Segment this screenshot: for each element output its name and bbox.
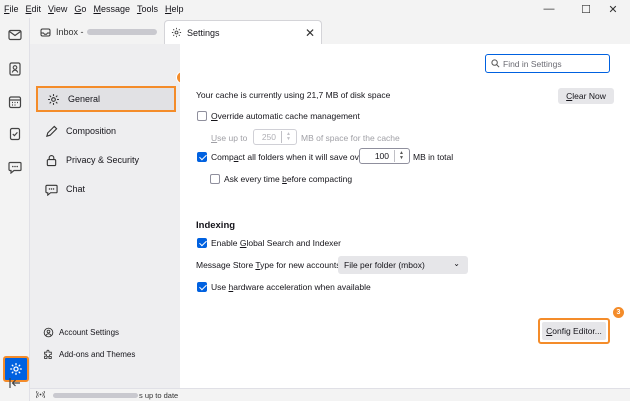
gear-icon (46, 92, 60, 106)
hardware-acceleration-label: Use hardware acceleration when available (211, 282, 371, 292)
chat-icon (8, 161, 22, 174)
spin-buttons[interactable]: ▲ ▼ (281, 131, 295, 143)
menu-edit[interactable]: Edit (26, 4, 42, 14)
tasks-space-button[interactable] (6, 125, 24, 143)
spaces-toolbar (0, 18, 30, 401)
category-chat[interactable]: Chat (36, 176, 176, 202)
cache-status: Your cache is currently using 21,7 MB of… (196, 90, 391, 100)
calendar-space-button[interactable] (6, 93, 24, 111)
tab-inbox[interactable]: Inbox - (34, 20, 162, 44)
category-privacy-label: Privacy & Security (66, 155, 140, 165)
pencil-icon (44, 124, 58, 138)
callout-badge-3: 3 (612, 306, 625, 319)
settings-categories: General Composition Privacy & Security C… (30, 44, 180, 388)
compact-threshold-suffix: MB in total (413, 152, 454, 162)
close-window-button[interactable]: ✕ (596, 0, 630, 18)
cache-limit-label: Use up to (211, 133, 248, 143)
close-tab-icon[interactable]: ✕ (305, 26, 315, 40)
gear-icon (171, 27, 182, 38)
tab-inbox-label: Inbox - (56, 27, 84, 37)
indexing-heading: Indexing (196, 220, 236, 231)
message-store-value: File per folder (mbox) (344, 260, 425, 270)
minimize-button[interactable]: — (532, 0, 566, 18)
search-icon (491, 59, 500, 68)
menu-message[interactable]: Message (93, 4, 130, 14)
hardware-acceleration-checkbox[interactable] (197, 282, 207, 292)
clear-cache-button[interactable]: Clear Now (558, 88, 614, 104)
override-cache-label: Override automatic cache management (211, 111, 360, 121)
menu-help[interactable]: Help (165, 4, 184, 14)
message-store-select[interactable]: File per folder (mbox) ⌄ (338, 256, 468, 274)
mail-space-button[interactable] (6, 26, 24, 44)
tab-strip: Inbox - Settings ✕ (30, 18, 630, 44)
account-settings-link[interactable]: Account Settings (42, 326, 119, 338)
address-book-space-button[interactable] (6, 60, 24, 78)
chat-space-button[interactable] (6, 158, 24, 176)
menu-go[interactable]: Go (74, 4, 86, 14)
compact-folders-label: Compact all folders when it will save ov… (211, 152, 367, 162)
addons-link[interactable]: Add-ons and Themes (42, 348, 135, 360)
menu-view[interactable]: View (48, 4, 67, 14)
menu-file[interactable]: File (4, 4, 19, 14)
category-general-label: General (68, 94, 101, 104)
account-icon (42, 326, 54, 338)
chat-icon (44, 182, 58, 196)
config-editor-button[interactable]: Config Editor... (538, 318, 610, 344)
chevron-down-icon: ⌄ (453, 259, 460, 268)
compact-folders-checkbox[interactable] (197, 152, 207, 162)
cache-limit-input[interactable]: 250 ▲ ▼ (253, 129, 297, 145)
spin-buttons[interactable]: ▲ ▼ (394, 150, 408, 162)
ask-before-compacting-label: Ask every time before compacting (224, 174, 353, 184)
tab-settings-label: Settings (187, 27, 220, 38)
address-book-icon (9, 62, 21, 76)
menu-tools[interactable]: Tools (137, 4, 158, 14)
settings-content: Find in Settings Your cache is currently… (180, 44, 630, 388)
collapse-toolbar-button[interactable] (6, 374, 24, 392)
search-field[interactable]: Find in Settings (485, 54, 610, 73)
override-cache-checkbox[interactable] (197, 111, 207, 121)
online-status-icon[interactable] (35, 390, 46, 401)
lock-icon (44, 153, 58, 167)
redacted-text (53, 392, 138, 398)
calendar-icon (8, 96, 22, 109)
global-search-checkbox[interactable] (197, 238, 207, 248)
addons-label: Add-ons and Themes (59, 349, 136, 359)
cache-limit-value: 250 (261, 132, 276, 142)
global-search-label: Enable Global Search and Indexer (211, 238, 341, 248)
compact-threshold-value: 100 (374, 151, 389, 161)
compact-threshold-input[interactable]: 100 ▲ ▼ (359, 148, 410, 164)
status-bar: s up to date (30, 388, 630, 401)
inbox-icon (40, 27, 51, 38)
config-editor-label: Config Editor... (542, 322, 606, 340)
category-privacy[interactable]: Privacy & Security (36, 147, 176, 173)
ask-before-compacting-checkbox[interactable] (210, 174, 220, 184)
puzzle-icon (42, 348, 54, 360)
account-settings-label: Account Settings (59, 327, 120, 337)
category-composition-label: Composition (66, 126, 117, 136)
category-general[interactable]: General (36, 86, 176, 112)
message-store-label: Message Store Type for new accounts: (196, 260, 343, 270)
tasks-icon (9, 127, 21, 141)
mail-icon (8, 29, 22, 41)
collapse-left-icon (9, 378, 20, 388)
status-text: s up to date (139, 390, 179, 400)
tab-settings[interactable]: Settings ✕ (164, 20, 322, 44)
category-chat-label: Chat (66, 184, 86, 194)
cache-limit-suffix: MB of space for the cache (301, 133, 400, 143)
redacted-text (86, 29, 157, 35)
category-composition[interactable]: Composition (36, 118, 176, 144)
search-placeholder: Find in Settings (503, 58, 562, 69)
